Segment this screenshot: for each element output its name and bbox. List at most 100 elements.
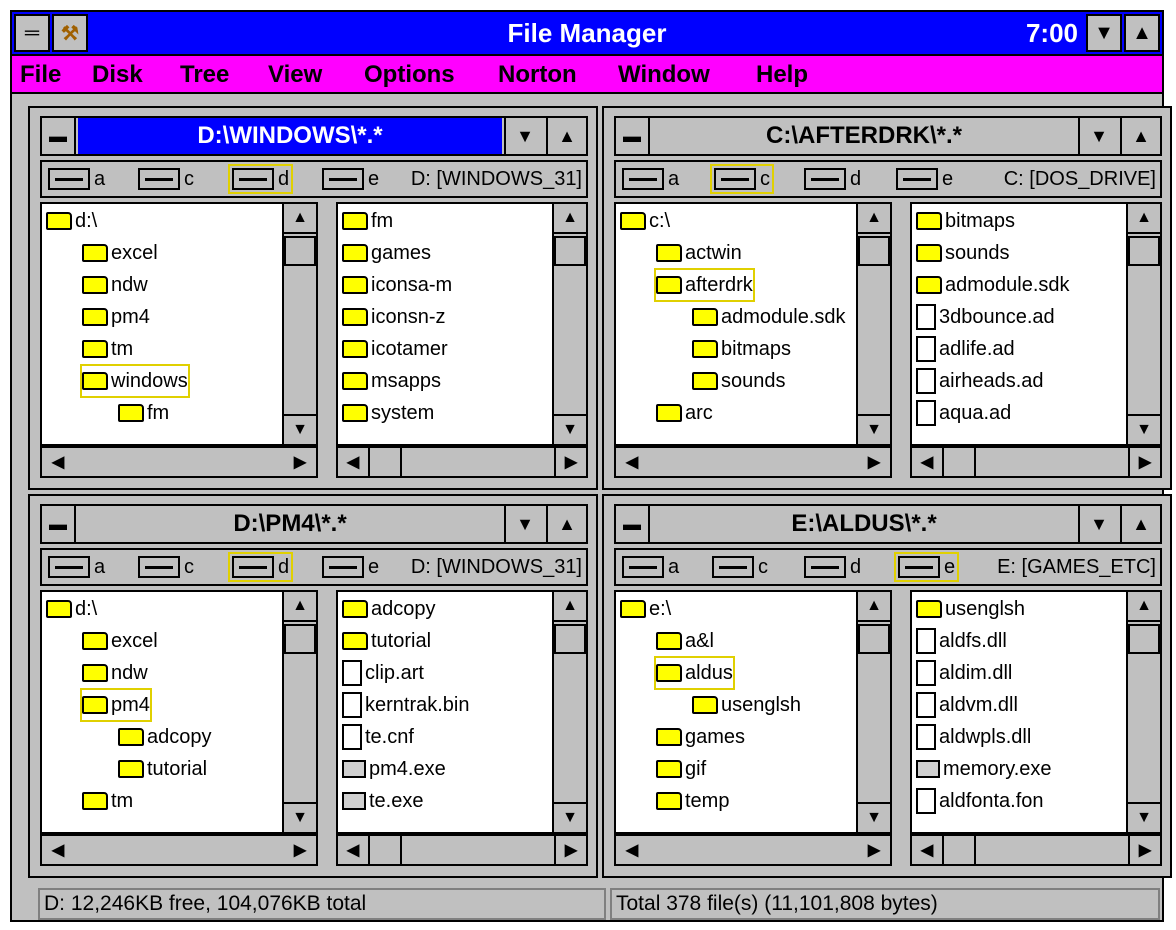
scroll-thumb[interactable] bbox=[858, 236, 890, 266]
drive-c-button[interactable]: c bbox=[136, 164, 196, 194]
scroll-thumb[interactable] bbox=[554, 624, 586, 654]
scroll-thumb[interactable] bbox=[370, 448, 402, 476]
file-item[interactable]: msapps bbox=[342, 366, 441, 396]
scroll-up-icon[interactable]: ▲ bbox=[858, 592, 890, 622]
tree-item[interactable]: gif bbox=[656, 754, 706, 784]
menu-tree[interactable]: Tree bbox=[180, 61, 229, 89]
scroll-up-icon[interactable]: ▲ bbox=[1128, 204, 1160, 234]
file-item[interactable]: icotamer bbox=[342, 334, 448, 364]
file-item[interactable]: kerntrak.bin bbox=[342, 690, 470, 720]
scroll-down-icon[interactable]: ▼ bbox=[284, 802, 316, 832]
tree-item[interactable]: d:\ bbox=[46, 206, 97, 236]
menu-norton[interactable]: Norton bbox=[498, 61, 577, 89]
file-item[interactable]: airheads.ad bbox=[916, 366, 1044, 396]
tree-item[interactable]: games bbox=[656, 722, 745, 752]
scroll-left-icon[interactable]: ◀ bbox=[338, 836, 370, 864]
scroll-right-icon[interactable]: ▶ bbox=[858, 448, 890, 476]
scroll-thumb[interactable] bbox=[370, 836, 402, 864]
scroll-right-icon[interactable]: ▶ bbox=[554, 448, 586, 476]
scroll-up-icon[interactable]: ▲ bbox=[554, 592, 586, 622]
tree-hscroll[interactable]: ◀ ▶ bbox=[614, 834, 892, 866]
scroll-thumb[interactable] bbox=[1128, 236, 1160, 266]
menu-window[interactable]: Window bbox=[618, 61, 710, 89]
child-window[interactable]: ▬ D:\WINDOWS\*.* ▼ ▲ a c d e D: [WINDOWS… bbox=[28, 106, 598, 490]
file-list[interactable]: adcopy tutorial clip.art kerntrak.bin te… bbox=[336, 590, 588, 834]
child-maximize-button[interactable]: ▲ bbox=[1120, 506, 1160, 542]
drive-a-button[interactable]: a bbox=[46, 164, 107, 194]
tree-item[interactable]: d:\ bbox=[46, 594, 97, 624]
scroll-right-icon[interactable]: ▶ bbox=[554, 836, 586, 864]
drive-d-button[interactable]: d bbox=[228, 164, 294, 194]
file-list[interactable]: usenglsh aldfs.dll aldim.dll aldvm.dll a… bbox=[910, 590, 1162, 834]
tree-item[interactable]: a&l bbox=[656, 626, 714, 656]
scroll-thumb[interactable] bbox=[944, 836, 976, 864]
file-item[interactable]: te.cnf bbox=[342, 722, 414, 752]
tree-scrollbar[interactable]: ▲ ▼ bbox=[856, 592, 890, 832]
tree-item[interactable]: ndw bbox=[82, 658, 148, 688]
scroll-right-icon[interactable]: ▶ bbox=[858, 836, 890, 864]
tree-hscroll[interactable]: ◀ ▶ bbox=[40, 834, 318, 866]
scroll-thumb[interactable] bbox=[554, 236, 586, 266]
drive-c-button[interactable]: c bbox=[710, 552, 770, 582]
scroll-right-icon[interactable]: ▶ bbox=[1128, 448, 1160, 476]
child-system-menu-button[interactable]: ▬ bbox=[616, 118, 650, 154]
file-item[interactable]: clip.art bbox=[342, 658, 424, 688]
scroll-left-icon[interactable]: ◀ bbox=[912, 448, 944, 476]
scroll-thumb[interactable] bbox=[284, 236, 316, 266]
tree-item[interactable]: e:\ bbox=[620, 594, 671, 624]
file-hscroll[interactable]: ◀ ▶ bbox=[336, 446, 588, 478]
child-minimize-button[interactable]: ▼ bbox=[1078, 118, 1118, 154]
drive-e-button[interactable]: e bbox=[894, 164, 955, 194]
drive-a-button[interactable]: a bbox=[46, 552, 107, 582]
file-item[interactable]: iconsa-m bbox=[342, 270, 452, 300]
directory-tree[interactable]: e:\ a&l aldus usenglsh games gif temp ▲ … bbox=[614, 590, 892, 834]
file-item[interactable]: bitmaps bbox=[916, 206, 1015, 236]
scroll-up-icon[interactable]: ▲ bbox=[554, 204, 586, 234]
file-scrollbar[interactable]: ▲ ▼ bbox=[1126, 592, 1160, 832]
menu-help[interactable]: Help bbox=[756, 61, 808, 89]
file-item[interactable]: adcopy bbox=[342, 594, 436, 624]
drive-c-button[interactable]: c bbox=[710, 164, 774, 194]
child-maximize-button[interactable]: ▲ bbox=[546, 118, 586, 154]
file-list[interactable]: bitmaps sounds admodule.sdk 3dbounce.ad … bbox=[910, 202, 1162, 446]
child-minimize-button[interactable]: ▼ bbox=[504, 506, 544, 542]
file-item[interactable]: aldwpls.dll bbox=[916, 722, 1031, 752]
drive-a-button[interactable]: a bbox=[620, 164, 681, 194]
directory-tree[interactable]: d:\ excel ndw pm4 adcopy tutorial tm ▲ ▼ bbox=[40, 590, 318, 834]
child-window[interactable]: ▬ D:\PM4\*.* ▼ ▲ a c d e D: [WINDOWS_31]… bbox=[28, 494, 598, 878]
tree-item[interactable]: afterdrk bbox=[654, 268, 755, 302]
tree-item[interactable]: pm4 bbox=[80, 688, 152, 722]
drive-e-button[interactable]: e bbox=[320, 552, 381, 582]
minimize-button[interactable]: ▼ bbox=[1086, 14, 1122, 52]
tree-item[interactable]: ndw bbox=[82, 270, 148, 300]
file-scrollbar[interactable]: ▲ ▼ bbox=[1126, 204, 1160, 444]
drive-e-button[interactable]: e bbox=[894, 552, 960, 582]
scroll-thumb[interactable] bbox=[944, 448, 976, 476]
tree-hscroll[interactable]: ◀ ▶ bbox=[614, 446, 892, 478]
file-item[interactable]: aldim.dll bbox=[916, 658, 1012, 688]
drive-d-button[interactable]: d bbox=[228, 552, 294, 582]
tree-item[interactable]: tm bbox=[82, 334, 133, 364]
file-item[interactable]: te.exe bbox=[342, 786, 423, 816]
scroll-right-icon[interactable]: ▶ bbox=[1128, 836, 1160, 864]
tree-item[interactable]: arc bbox=[656, 398, 713, 428]
child-system-menu-button[interactable]: ▬ bbox=[42, 506, 76, 542]
drive-c-button[interactable]: c bbox=[136, 552, 196, 582]
scroll-thumb[interactable] bbox=[284, 624, 316, 654]
child-window[interactable]: ▬ E:\ALDUS\*.* ▼ ▲ a c d e E: [GAMES_ETC… bbox=[602, 494, 1172, 878]
scroll-left-icon[interactable]: ◀ bbox=[42, 836, 74, 864]
scroll-down-icon[interactable]: ▼ bbox=[554, 802, 586, 832]
file-item[interactable]: admodule.sdk bbox=[916, 270, 1070, 300]
scroll-down-icon[interactable]: ▼ bbox=[858, 802, 890, 832]
tree-scrollbar[interactable]: ▲ ▼ bbox=[856, 204, 890, 444]
scroll-down-icon[interactable]: ▼ bbox=[284, 414, 316, 444]
tree-item[interactable]: temp bbox=[656, 786, 729, 816]
scroll-thumb[interactable] bbox=[858, 624, 890, 654]
scroll-up-icon[interactable]: ▲ bbox=[1128, 592, 1160, 622]
drive-d-button[interactable]: d bbox=[802, 164, 863, 194]
child-minimize-button[interactable]: ▼ bbox=[1078, 506, 1118, 542]
file-item[interactable]: adlife.ad bbox=[916, 334, 1015, 364]
drive-e-button[interactable]: e bbox=[320, 164, 381, 194]
scroll-down-icon[interactable]: ▼ bbox=[1128, 414, 1160, 444]
child-minimize-button[interactable]: ▼ bbox=[504, 118, 544, 154]
